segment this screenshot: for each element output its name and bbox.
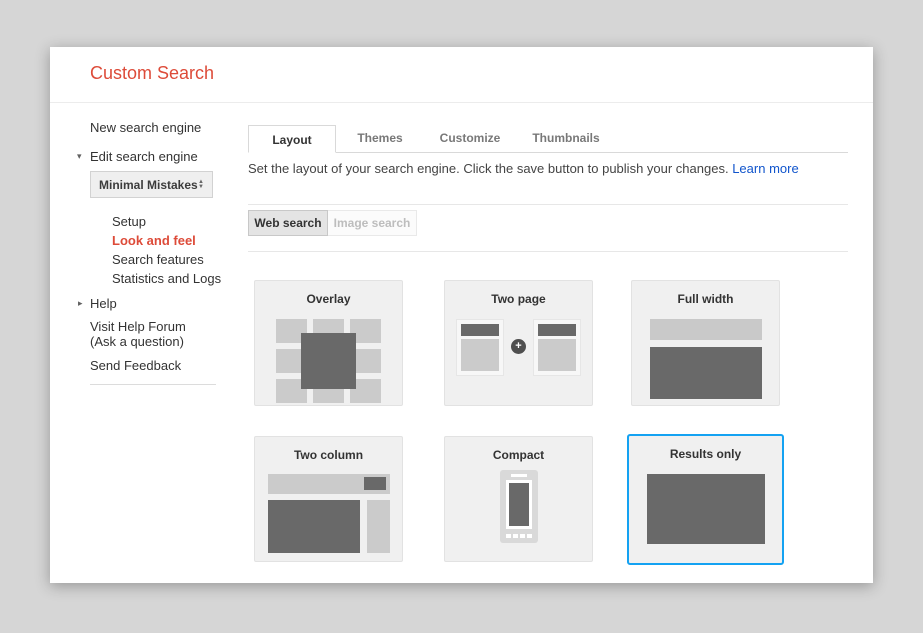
sidebar-item-search-features[interactable]: Search features [112,252,204,267]
layout-option-title: Full width [632,292,779,306]
layout-option-title: Two column [255,448,402,462]
phone-screen [506,480,532,529]
search-bar-block [650,319,762,340]
phone-buttons [506,534,532,538]
tab-themes[interactable]: Themes [336,124,424,152]
engine-selector-value: Minimal Mistakes [99,178,198,192]
phone-speaker [511,474,527,477]
main-content: Layout Themes Customize Thumbnails Set t… [248,47,848,583]
mini-page [456,319,504,376]
web-search-button[interactable]: Web search [248,210,328,236]
sidebar-block [367,500,390,553]
layout-option-title: Compact [445,448,592,462]
two-column-layout-thumbnail [268,474,390,553]
results-only-layout-thumbnail [647,474,765,544]
layout-option-title: Two page [445,292,592,306]
layout-option-results-only[interactable]: Results only [627,434,784,565]
sidebar-divider [90,384,216,385]
updown-arrows-icon: ▲ ▼ [198,180,204,190]
tab-bar: Layout Themes Customize Thumbnails [248,124,848,153]
sidebar-item-edit-search-engine[interactable]: Edit search engine [90,149,198,164]
layout-option-title: Overlay [255,292,402,306]
learn-more-link[interactable]: Learn more [732,161,798,176]
sidebar-item-look-and-feel[interactable]: Look and feel [112,233,196,248]
layout-option-full-width[interactable]: Full width [631,280,780,406]
two-page-layout-thumbnail: + [445,319,592,376]
sidebar-item-help[interactable]: Help [90,296,117,311]
app-panel: Custom Search New search engine ▾ Edit s… [50,47,873,583]
layout-option-two-page[interactable]: Two page + [444,280,593,406]
sidebar-item-help-forum[interactable]: Visit Help Forum [90,319,186,334]
divider [248,251,848,252]
layout-option-two-column[interactable]: Two column [254,436,403,562]
results-block [268,500,360,553]
sidebar-item-statistics-and-logs[interactable]: Statistics and Logs [112,271,221,286]
divider [248,204,848,205]
sidebar-item-new-search-engine[interactable]: New search engine [90,120,201,135]
overlay-center-block [301,333,356,389]
layout-description: Set the layout of your search engine. Cl… [248,161,799,176]
search-bar-block [268,474,390,494]
layout-option-title: Results only [629,447,782,461]
results-block [509,483,529,526]
full-width-layout-thumbnail [650,319,762,399]
tab-customize[interactable]: Customize [424,124,516,152]
search-type-toggle: Web search Image search [248,210,417,236]
triangle-down-icon[interactable]: ▾ [77,151,82,162]
description-text: Set the layout of your search engine. Cl… [248,161,729,176]
sidebar-item-ask-question[interactable]: (Ask a question) [90,334,184,349]
overlay-layout-thumbnail [276,319,381,403]
sidebar-item-setup[interactable]: Setup [112,214,146,229]
tab-thumbnails[interactable]: Thumbnails [516,124,616,152]
mini-page [533,319,581,376]
compact-phone-thumbnail [500,470,538,543]
layout-option-compact[interactable]: Compact [444,436,593,562]
plus-icon: + [511,339,526,354]
page-title: Custom Search [90,63,214,84]
triangle-right-icon[interactable]: ▸ [78,298,83,309]
engine-selector[interactable]: Minimal Mistakes ▲ ▼ [90,171,213,198]
sidebar-item-send-feedback[interactable]: Send Feedback [90,358,181,373]
image-search-button[interactable]: Image search [328,210,417,236]
tab-layout[interactable]: Layout [248,125,336,153]
results-block [650,347,762,399]
layout-option-overlay[interactable]: Overlay [254,280,403,406]
